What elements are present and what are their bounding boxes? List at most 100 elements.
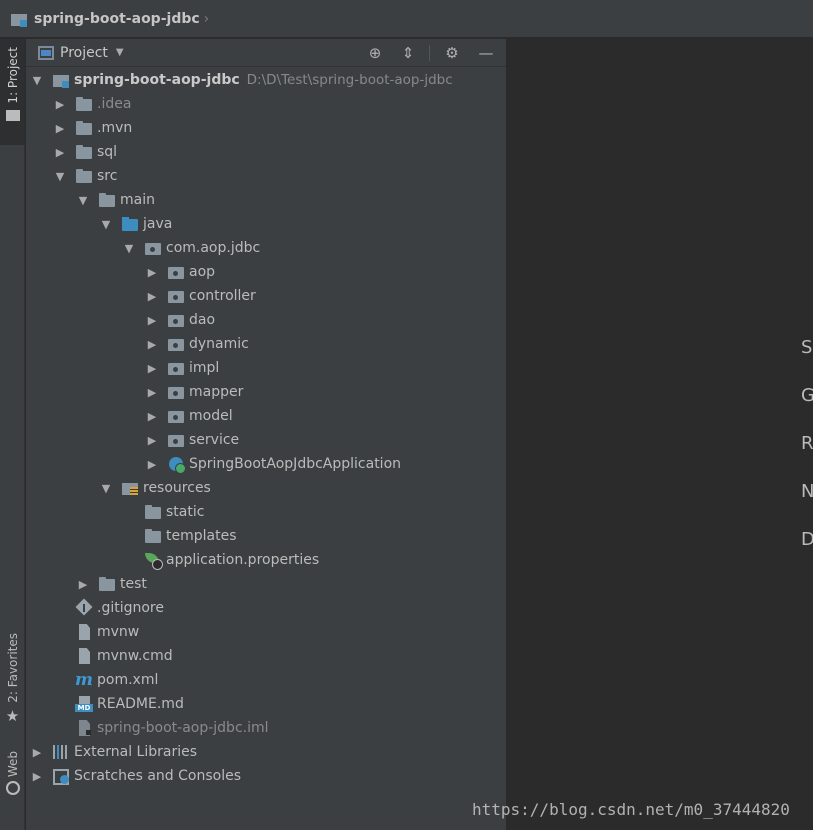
tree-item-label: test	[120, 576, 147, 592]
tree-item-label: .mvn	[97, 120, 133, 136]
hide-panel-icon[interactable]: —	[477, 44, 495, 62]
tree-item-package[interactable]: ▼ com.aop.jdbc	[26, 236, 506, 260]
tree-item-app-props[interactable]: application.properties	[26, 548, 506, 572]
tree-item-label: java	[143, 216, 173, 232]
git-icon	[75, 600, 93, 616]
tree-item-java[interactable]: ▼ java	[26, 212, 506, 236]
globe-icon	[5, 781, 20, 796]
tree-item-label: resources	[143, 480, 211, 496]
editor-hint-text: G	[801, 385, 813, 406]
collapsed-arrow-icon[interactable]: ▶	[145, 386, 159, 399]
root-label: spring-boot-aop-jdbc	[74, 72, 240, 88]
tree-item-src[interactable]: ▼ src	[26, 164, 506, 188]
collapsed-arrow-icon[interactable]: ▶	[145, 434, 159, 447]
tree-item-resources[interactable]: ▼ resources	[26, 476, 506, 500]
collapsed-arrow-icon[interactable]: ▶	[145, 314, 159, 327]
tree-item-idea[interactable]: ▶ .idea	[26, 92, 506, 116]
package-icon	[144, 240, 162, 256]
tree-item-mvnw-cmd[interactable]: mvnw.cmd	[26, 644, 506, 668]
collapsed-arrow-icon[interactable]: ▶	[53, 98, 67, 111]
tree-item-pom[interactable]: m pom.xml	[26, 668, 506, 692]
folder-icon	[144, 528, 162, 544]
collapsed-arrow-icon[interactable]: ▶	[76, 578, 90, 591]
folder-icon	[75, 168, 93, 184]
tree-item-label: .idea	[97, 96, 132, 112]
module-folder-icon	[10, 11, 30, 27]
collapsed-arrow-icon[interactable]: ▶	[145, 338, 159, 351]
tab-project[interactable]: 1: Project	[0, 39, 25, 145]
tree-item-mvnw[interactable]: mvnw	[26, 620, 506, 644]
tree-item-readme[interactable]: README.md	[26, 692, 506, 716]
view-dropdown-icon[interactable]: ▼	[116, 47, 124, 58]
expanded-arrow-icon[interactable]: ▼	[122, 242, 136, 255]
tree-item-main[interactable]: ▼ main	[26, 188, 506, 212]
breadcrumb-project[interactable]: spring-boot-aop-jdbc	[34, 11, 200, 27]
gear-icon[interactable]: ⚙	[443, 44, 461, 62]
collapsed-arrow-icon[interactable]: ▶	[30, 746, 44, 759]
tree-item-label: service	[189, 432, 240, 448]
tree-item-external-libraries[interactable]: ▶ External Libraries	[26, 740, 506, 764]
expanded-arrow-icon[interactable]: ▼	[53, 170, 67, 183]
tree-item-label: SpringBootAopJdbcApplication	[189, 456, 402, 472]
maven-icon: m	[75, 670, 93, 690]
collapsed-arrow-icon[interactable]: ▶	[145, 458, 159, 471]
collapse-all-icon[interactable]: ⇕	[399, 44, 417, 62]
root-path: D:\D\Test\spring-boot-aop-jdbc	[246, 72, 453, 88]
tree-item-mapper[interactable]: ▶ mapper	[26, 380, 506, 404]
collapsed-arrow-icon[interactable]: ▶	[30, 770, 44, 783]
tree-item-label: mvnw.cmd	[97, 648, 173, 664]
tree-item-label: dao	[189, 312, 216, 328]
file-icon	[75, 624, 93, 640]
expanded-arrow-icon[interactable]: ▼	[99, 482, 113, 495]
collapsed-arrow-icon[interactable]: ▶	[145, 410, 159, 423]
folder-icon	[98, 576, 116, 592]
folder-icon	[144, 504, 162, 520]
package-icon	[167, 360, 185, 376]
tree-item-label: com.aop.jdbc	[166, 240, 261, 256]
tree-root[interactable]: ▼ spring-boot-aop-jdbc D:\D\Test\spring-…	[26, 68, 506, 92]
collapsed-arrow-icon[interactable]: ▶	[145, 266, 159, 279]
tree-item-templates[interactable]: templates	[26, 524, 506, 548]
collapsed-arrow-icon[interactable]: ▶	[53, 122, 67, 135]
star-icon: ★	[5, 706, 20, 725]
tree-item-label: dynamic	[189, 336, 249, 352]
tree-item-gitignore[interactable]: .gitignore	[26, 596, 506, 620]
tab-favorites[interactable]: 2: Favorites ★	[0, 633, 25, 733]
tree-item-label: main	[120, 192, 155, 208]
collapsed-arrow-icon[interactable]: ▶	[53, 146, 67, 159]
file-icon	[75, 648, 93, 664]
tree-item-iml[interactable]: spring-boot-aop-jdbc.iml	[26, 716, 506, 740]
tree-item-label: impl	[189, 360, 220, 376]
expanded-arrow-icon[interactable]: ▼	[76, 194, 90, 207]
tree-item-aop[interactable]: ▶ aop	[26, 260, 506, 284]
tree-item-static[interactable]: static	[26, 500, 506, 524]
tab-web[interactable]: Web	[0, 751, 25, 811]
editor-area[interactable]: S G R N D	[506, 39, 813, 830]
panel-title[interactable]: Project	[60, 45, 108, 61]
tree-item-dynamic[interactable]: ▶ dynamic	[26, 332, 506, 356]
package-icon	[167, 288, 185, 304]
tree-item-impl[interactable]: ▶ impl	[26, 356, 506, 380]
module-folder-icon	[52, 72, 70, 88]
tree-item-mvn[interactable]: ▶ .mvn	[26, 116, 506, 140]
tree-item-label: pom.xml	[97, 672, 159, 688]
package-icon	[167, 408, 185, 424]
tree-item-scratches[interactable]: ▶ Scratches and Consoles	[26, 764, 506, 788]
toolbar-divider	[429, 45, 430, 61]
tree-item-dao[interactable]: ▶ dao	[26, 308, 506, 332]
locate-file-icon[interactable]: ⊕	[366, 44, 384, 62]
folder-icon	[75, 96, 93, 112]
collapsed-arrow-icon[interactable]: ▶	[145, 290, 159, 303]
watermark: https://blog.csdn.net/m0_37444820	[472, 800, 790, 819]
tree-item-model[interactable]: ▶ model	[26, 404, 506, 428]
tree-item-test[interactable]: ▶ test	[26, 572, 506, 596]
tree-item-label: static	[166, 504, 205, 520]
collapsed-arrow-icon[interactable]: ▶	[145, 362, 159, 375]
tree-item-controller[interactable]: ▶ controller	[26, 284, 506, 308]
expanded-arrow-icon[interactable]: ▼	[30, 74, 44, 87]
tab-web-label: Web	[5, 751, 20, 778]
tree-item-sql[interactable]: ▶ sql	[26, 140, 506, 164]
expanded-arrow-icon[interactable]: ▼	[99, 218, 113, 231]
tree-item-app-class[interactable]: ▶ SpringBootAopJdbcApplication	[26, 452, 506, 476]
tree-item-service[interactable]: ▶ service	[26, 428, 506, 452]
